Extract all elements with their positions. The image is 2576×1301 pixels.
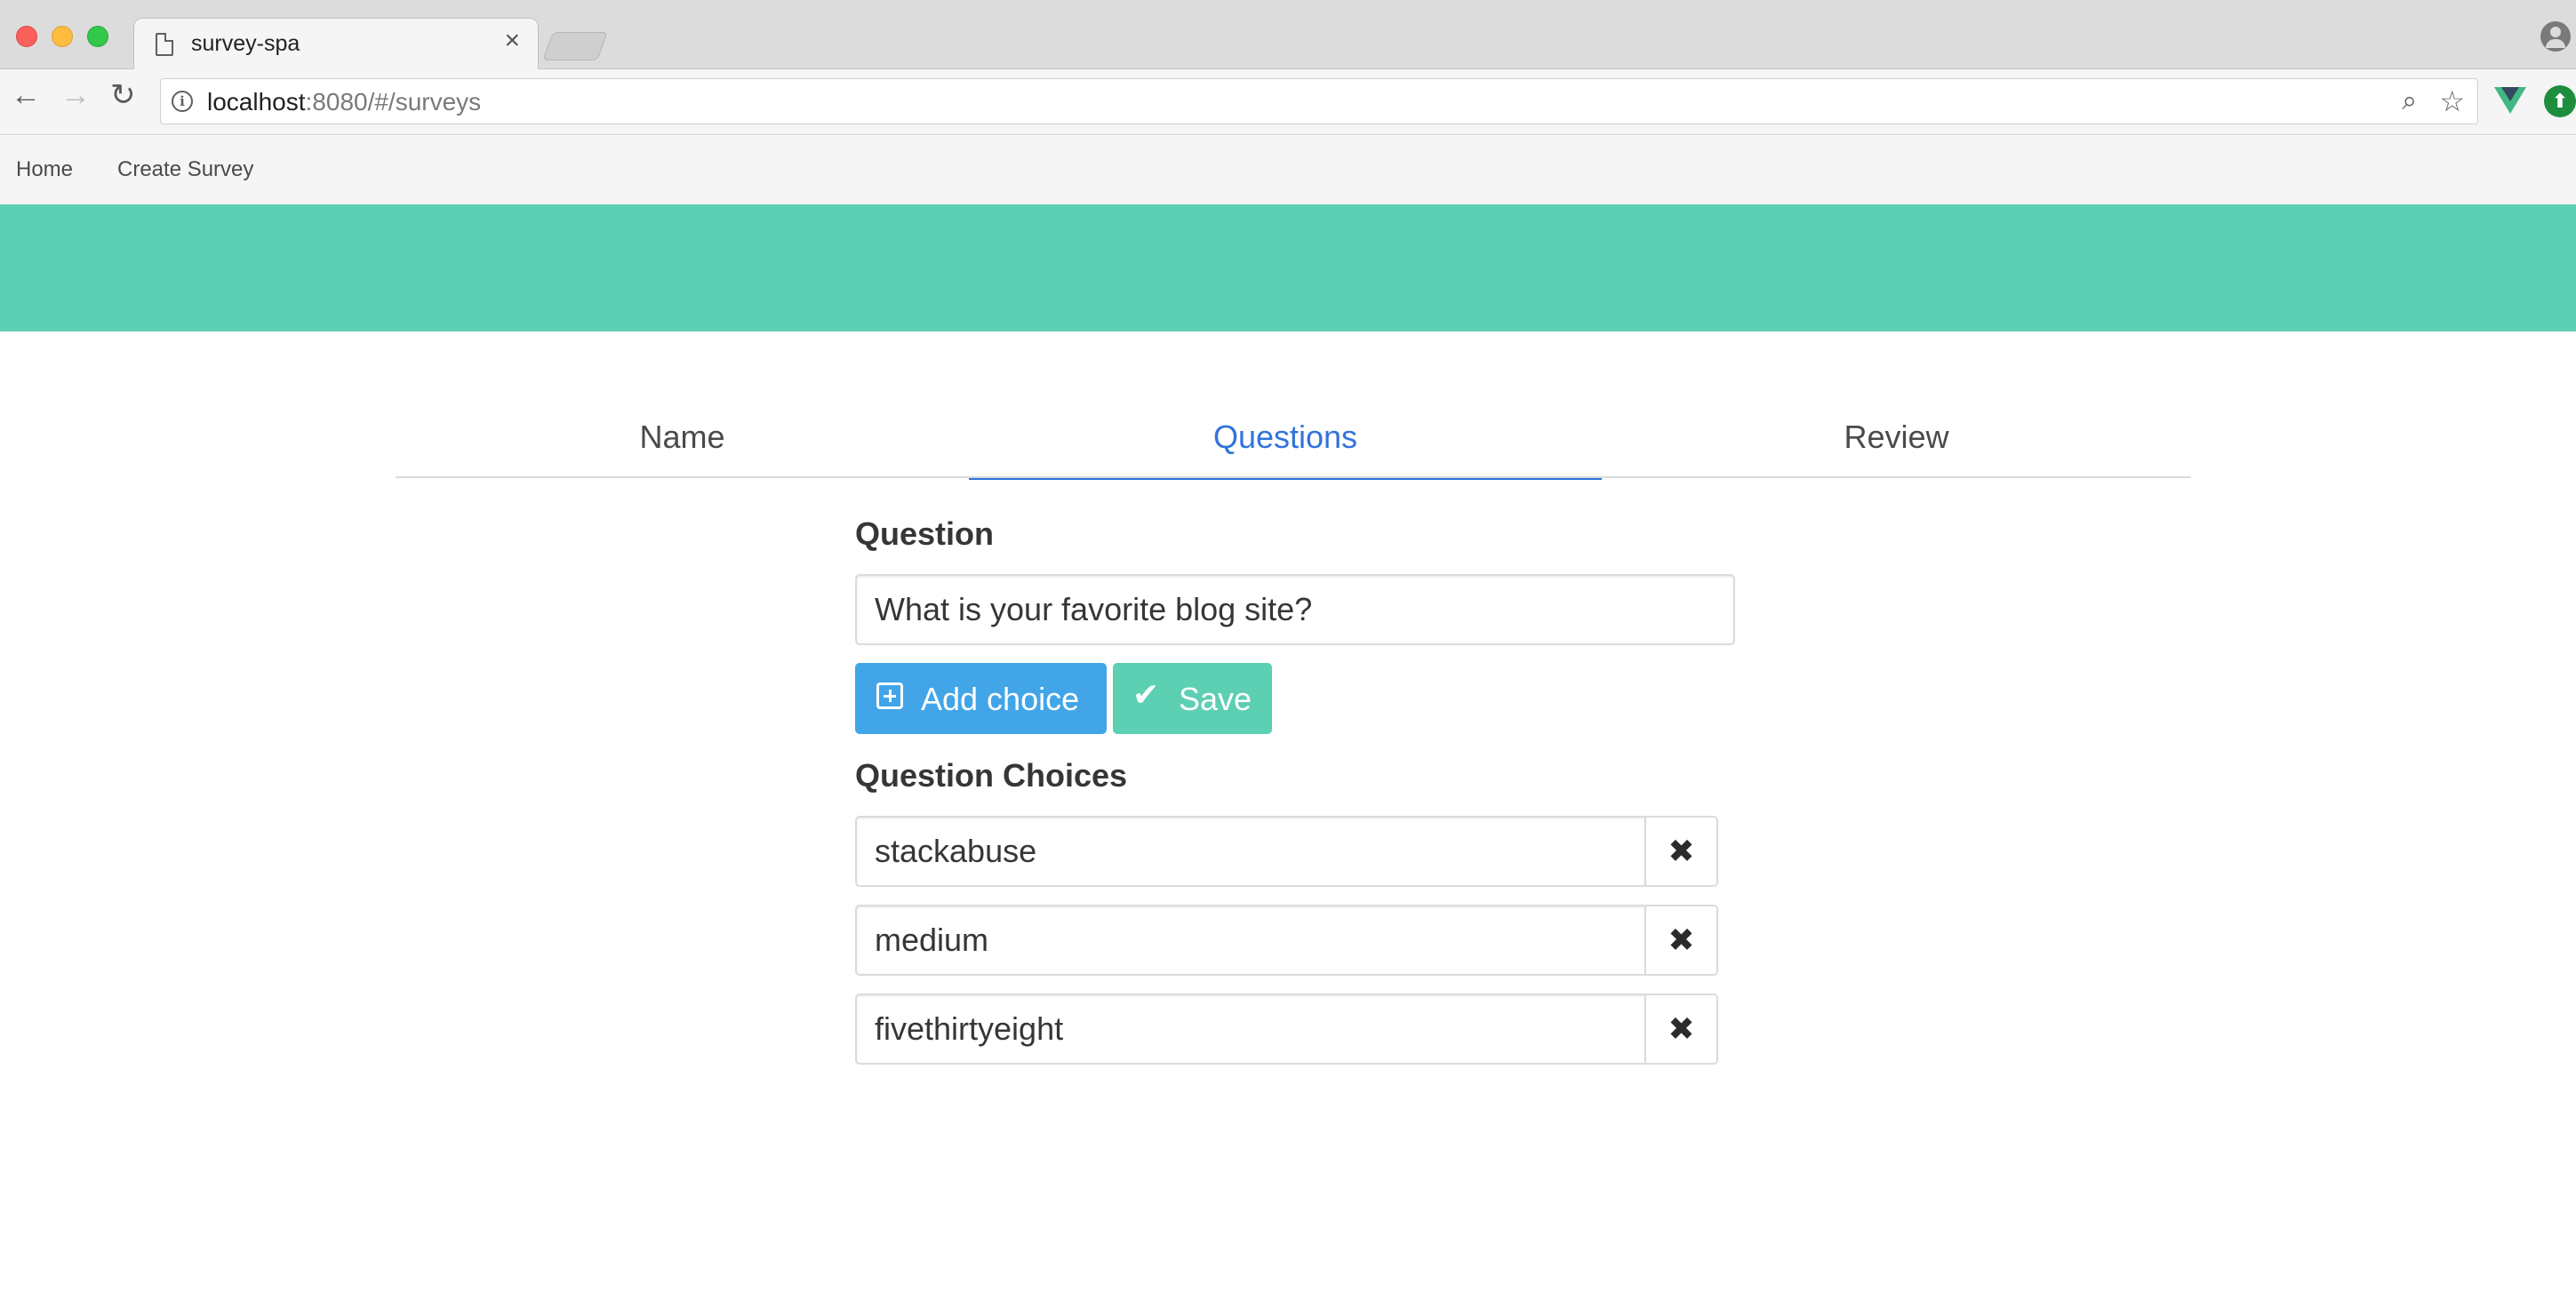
reload-icon[interactable]: ↻ bbox=[110, 80, 136, 110]
choice-input[interactable]: stackabuse bbox=[855, 816, 1646, 887]
url-text[interactable]: localhost:8080/#/surveys bbox=[207, 88, 481, 116]
minimize-window-button[interactable] bbox=[52, 26, 73, 47]
remove-choice-icon[interactable]: ✖ bbox=[1644, 994, 1718, 1065]
zoom-icon[interactable]: ⌕ bbox=[2402, 86, 2417, 116]
bookmark-star-icon[interactable]: ☆ bbox=[2439, 84, 2465, 118]
question-input[interactable] bbox=[855, 574, 1735, 645]
close-tab-icon[interactable]: × bbox=[504, 28, 520, 54]
profile-icon[interactable] bbox=[2540, 21, 2571, 52]
url-path: :8080/#/surveys bbox=[305, 88, 482, 116]
question-choices-label: Question Choices bbox=[855, 757, 1128, 794]
close-window-button[interactable] bbox=[16, 26, 37, 47]
tab-title: survey-spa bbox=[191, 31, 300, 56]
hero-banner bbox=[0, 204, 2576, 331]
plus-square-icon bbox=[876, 682, 903, 709]
page-icon bbox=[156, 33, 173, 56]
back-arrow-icon[interactable]: ← bbox=[11, 80, 41, 110]
site-info-icon[interactable]: i bbox=[172, 91, 193, 112]
nav-home-link[interactable]: Home bbox=[16, 157, 73, 182]
choice-input[interactable]: medium bbox=[855, 905, 1646, 976]
save-button[interactable]: ✔ Save bbox=[1113, 663, 1272, 734]
choice-row: stackabuse ✖ bbox=[855, 816, 1718, 887]
add-choice-label: Add choice bbox=[921, 681, 1080, 717]
browser-toolbar: ← → ↻ i localhost:8080/#/surveys ⌕ ☆ ⬆ bbox=[0, 69, 2576, 135]
tab-review[interactable]: Review bbox=[1602, 411, 2191, 478]
tab-questions[interactable]: Questions bbox=[969, 411, 1602, 480]
address-bar[interactable]: i localhost:8080/#/surveys ⌕ ☆ bbox=[160, 78, 2478, 124]
extension-icon[interactable]: ⬆ bbox=[2544, 85, 2576, 117]
nav-create-survey-link[interactable]: Create Survey bbox=[117, 157, 253, 182]
remove-choice-icon[interactable]: ✖ bbox=[1644, 816, 1718, 887]
vue-devtools-extension-icon[interactable] bbox=[2494, 87, 2526, 114]
add-choice-button[interactable]: Add choice bbox=[855, 663, 1107, 734]
save-label: Save bbox=[1179, 681, 1252, 717]
choice-row: fivethirtyeight ✖ bbox=[855, 994, 1718, 1065]
tab-name[interactable]: Name bbox=[396, 411, 969, 478]
url-host: localhost bbox=[207, 88, 306, 116]
choice-input[interactable]: fivethirtyeight bbox=[855, 994, 1646, 1065]
app-navbar: Home Create Survey bbox=[0, 136, 2576, 204]
browser-tab-bar: survey-spa × bbox=[0, 0, 2576, 71]
question-label: Question bbox=[855, 515, 995, 552]
choice-row: medium ✖ bbox=[855, 905, 1718, 976]
step-tabs: Name Questions Review bbox=[396, 411, 2191, 480]
new-tab-button[interactable] bbox=[542, 32, 608, 60]
check-icon: ✔ bbox=[1132, 676, 1160, 713]
remove-choice-icon[interactable]: ✖ bbox=[1644, 905, 1718, 976]
browser-tab[interactable]: survey-spa × bbox=[133, 18, 539, 71]
forward-arrow-icon[interactable]: → bbox=[60, 80, 91, 110]
maximize-window-button[interactable] bbox=[87, 26, 108, 47]
